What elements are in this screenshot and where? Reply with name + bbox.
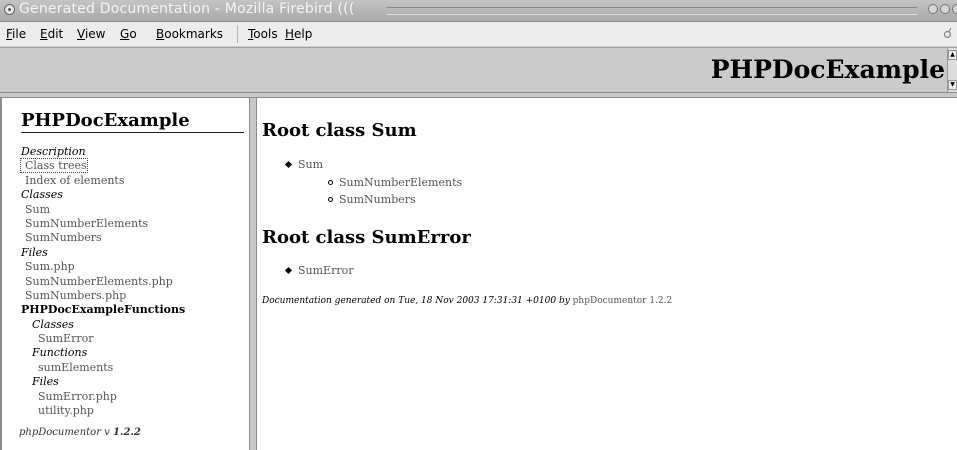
menu-help[interactable]: Help [285, 27, 312, 41]
phpdocumentor-link[interactable]: phpDocumentor 1.2.2 [573, 296, 673, 306]
nav-link-sumelements[interactable]: sumElements [21, 361, 113, 374]
tree-item-sumnumbers[interactable]: SumNumbers [328, 193, 416, 206]
heading-root-class-sumerror: Root class SumError [262, 227, 471, 248]
nav-subsection-functions: Functions [32, 346, 88, 360]
nav-link-sum-php[interactable]: Sum.php [21, 260, 75, 273]
bullet-icon [284, 266, 293, 275]
window-title: Generated Documentation - Mozilla Firebi… [19, 1, 355, 17]
circle-bullet-icon [328, 180, 333, 185]
menu-edit[interactable]: Edit [40, 27, 63, 41]
menu-bookmarks[interactable]: Bookmarks [156, 27, 223, 41]
circle-bullet-icon [328, 197, 333, 202]
sidebar-nav: Description Class trees Index of element… [20, 145, 246, 418]
sidebar-footer: phpDocumentor v 1.2.2 [19, 427, 141, 438]
tree-item-sumerror[interactable]: SumError [284, 264, 353, 277]
throbber-icon: ☌ [943, 26, 953, 42]
header-scrollbar[interactable]: ▲ ▼ [947, 48, 957, 92]
sidebar-footer-version: 1.2.2 [113, 427, 141, 438]
menu-bar: File Edit View Go Bookmarks Tools Help [0, 22, 957, 47]
generated-note: Documentation generated on Tue, 18 Nov 2… [262, 296, 673, 306]
menu-tools[interactable]: Tools [248, 27, 278, 41]
nav-link-sumerror-php[interactable]: SumError.php [21, 390, 117, 403]
header-frame: PHPDocExample [0, 47, 957, 93]
nav-link-sumnumberelements-php[interactable]: SumNumberElements.php [21, 275, 173, 288]
maximize-icon[interactable] [940, 4, 950, 14]
heading-root-class-sum: Root class Sum [262, 120, 417, 141]
scroll-up-icon[interactable]: ▲ [948, 50, 957, 60]
menu-go[interactable]: Go [120, 27, 137, 41]
menu-separator [237, 25, 238, 43]
scroll-down-icon[interactable]: ▼ [948, 80, 957, 90]
tree-item-sumnumberelements[interactable]: SumNumberElements [328, 176, 462, 189]
nav-package-phpdocexamplefunctions: PHPDocExampleFunctions [21, 303, 186, 317]
vertical-frame-splitter[interactable] [249, 98, 257, 450]
content-frame: Root class Sum Sum SumNumberElements Sum… [257, 98, 957, 450]
window-menu-icon[interactable] [4, 4, 15, 15]
close-icon[interactable] [952, 4, 957, 14]
nav-link-index-of-elements[interactable]: Index of elements [21, 174, 125, 187]
nav-link-utility-php[interactable]: utility.php [21, 404, 94, 417]
header-title: PHPDocExample [710, 55, 945, 84]
titlebar-grip [387, 7, 917, 15]
nav-link-sumnumbers[interactable]: SumNumbers [21, 231, 102, 244]
nav-link-sumnumbers-php[interactable]: SumNumbers.php [21, 289, 126, 302]
bullet-icon [284, 160, 293, 169]
nav-section-classes: Classes [21, 188, 63, 202]
window-titlebar[interactable]: Generated Documentation - Mozilla Firebi… [0, 0, 957, 22]
tree-item-sum[interactable]: Sum [284, 158, 323, 171]
menu-view[interactable]: View [77, 27, 105, 41]
sidebar-title: PHPDocExample [21, 110, 190, 131]
menu-file[interactable]: File [6, 27, 26, 41]
nav-link-sumerror[interactable]: SumError [21, 332, 93, 345]
nav-link-sum[interactable]: Sum [21, 203, 50, 216]
navigation-frame: PHPDocExample Description Class trees In… [0, 98, 249, 450]
minimize-icon[interactable] [928, 4, 938, 14]
sidebar-title-rule [21, 132, 244, 133]
nav-section-description[interactable]: Description [21, 145, 246, 159]
nav-link-sumnumberelements[interactable]: SumNumberElements [21, 217, 148, 230]
nav-section-files: Files [21, 245, 48, 259]
nav-subsection-classes: Classes [32, 317, 74, 331]
nav-subsection-files: Files [32, 375, 59, 389]
nav-link-class-trees[interactable]: Class trees [20, 158, 88, 174]
